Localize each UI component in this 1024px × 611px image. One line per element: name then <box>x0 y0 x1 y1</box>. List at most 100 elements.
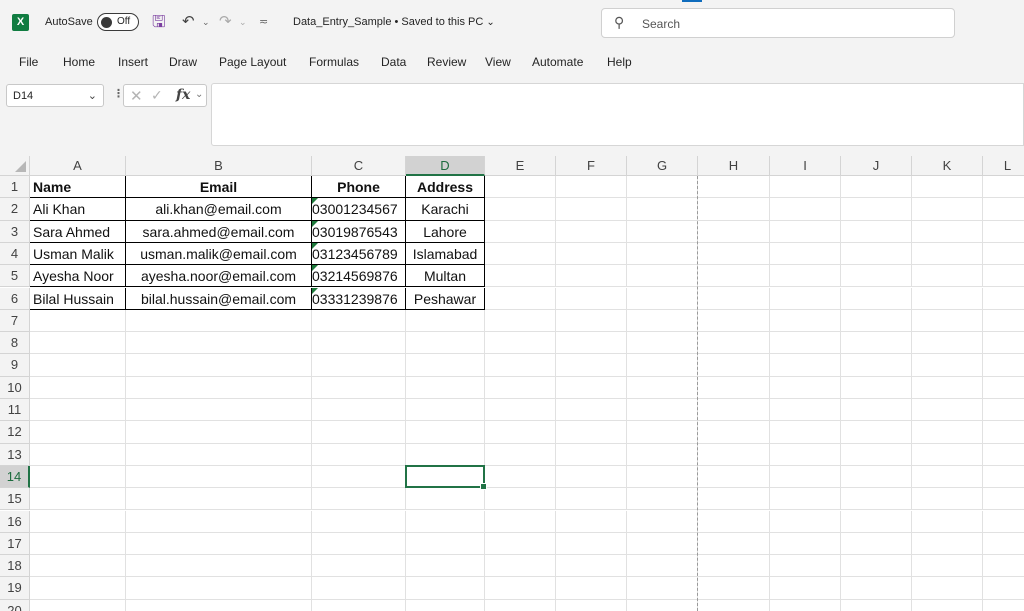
column-header-c[interactable]: C <box>312 156 406 176</box>
row-header-8[interactable]: 8 <box>0 332 30 355</box>
cell-b3[interactable]: sara.ahmed@email.com <box>126 220 312 243</box>
cell-h15[interactable] <box>698 488 770 511</box>
name-box[interactable]: D14 ⌄ <box>6 84 104 107</box>
cell-a2[interactable]: Ali Khan <box>30 198 126 221</box>
cell-a20[interactable] <box>30 599 126 611</box>
cell-h17[interactable] <box>698 532 770 556</box>
cell-l14[interactable] <box>983 466 1024 489</box>
cell-b17[interactable] <box>126 532 312 556</box>
cell-j17[interactable] <box>841 532 912 556</box>
cell-f11[interactable] <box>556 399 627 422</box>
cell-f4[interactable] <box>556 242 627 266</box>
cell-d12[interactable] <box>406 421 485 444</box>
cell-c15[interactable] <box>312 488 406 511</box>
cell-l5[interactable] <box>983 265 1024 288</box>
cell-b11[interactable] <box>126 399 312 422</box>
cell-e4[interactable] <box>485 242 556 266</box>
cell-j18[interactable] <box>841 555 912 578</box>
cell-b20[interactable] <box>126 599 312 611</box>
cell-b7[interactable] <box>126 309 312 333</box>
row-header-18[interactable]: 18 <box>0 555 30 578</box>
cell-f18[interactable] <box>556 555 627 578</box>
column-header-j[interactable]: J <box>841 156 912 176</box>
cell-c3[interactable]: 03019876543 <box>312 220 406 243</box>
cell-d15[interactable] <box>406 488 485 511</box>
cell-a3[interactable]: Sara Ahmed <box>30 220 126 243</box>
cell-e5[interactable] <box>485 265 556 288</box>
cell-d16[interactable] <box>406 510 485 533</box>
row-header-10[interactable]: 10 <box>0 376 30 399</box>
cell-c10[interactable] <box>312 376 406 399</box>
cell-f7[interactable] <box>556 309 627 333</box>
row-header-17[interactable]: 17 <box>0 532 30 556</box>
autosave-toggle[interactable]: Off <box>97 13 139 31</box>
cell-f16[interactable] <box>556 510 627 533</box>
menu-data[interactable]: Data <box>381 55 406 69</box>
cell-h18[interactable] <box>698 555 770 578</box>
cell-g5[interactable] <box>627 265 698 288</box>
cell-k13[interactable] <box>912 443 983 466</box>
cell-h20[interactable] <box>698 599 770 611</box>
menu-automate[interactable]: Automate <box>532 55 583 69</box>
column-header-b[interactable]: B <box>126 156 312 176</box>
cell-d3[interactable]: Lahore <box>406 220 485 243</box>
cell-e9[interactable] <box>485 354 556 377</box>
cell-f8[interactable] <box>556 332 627 355</box>
cell-a18[interactable] <box>30 555 126 578</box>
cell-e16[interactable] <box>485 510 556 533</box>
cell-h19[interactable] <box>698 577 770 600</box>
cell-f20[interactable] <box>556 599 627 611</box>
menu-page-layout[interactable]: Page Layout <box>219 55 286 69</box>
row-header-19[interactable]: 19 <box>0 577 30 600</box>
fill-handle-icon[interactable] <box>480 483 487 491</box>
cell-b10[interactable] <box>126 376 312 399</box>
cell-i18[interactable] <box>770 555 841 578</box>
menu-file[interactable]: File <box>19 55 38 69</box>
cell-e6[interactable] <box>485 287 556 310</box>
cell-a4[interactable]: Usman Malik <box>30 242 126 266</box>
cell-b19[interactable] <box>126 577 312 600</box>
cell-l6[interactable] <box>983 288 1024 310</box>
menu-review[interactable]: Review <box>427 55 466 69</box>
column-header-i[interactable]: I <box>770 156 841 176</box>
cell-j16[interactable] <box>841 510 912 533</box>
redo-dropdown-icon[interactable]: ⌄ <box>239 17 247 28</box>
cell-g1[interactable] <box>627 176 698 199</box>
undo-icon[interactable]: ↶ <box>182 12 195 30</box>
cell-i17[interactable] <box>770 532 841 556</box>
cell-h5[interactable] <box>698 265 770 288</box>
cell-e15[interactable] <box>485 488 556 511</box>
cell-c8[interactable] <box>312 332 406 355</box>
cell-k2[interactable] <box>912 198 983 221</box>
column-header-l[interactable]: L <box>983 156 1024 176</box>
cell-l15[interactable] <box>983 488 1024 511</box>
cell-c12[interactable] <box>312 421 406 444</box>
cell-j13[interactable] <box>841 443 912 466</box>
cell-g14[interactable] <box>627 465 698 489</box>
cell-k9[interactable] <box>912 354 983 377</box>
column-header-e[interactable]: E <box>485 156 556 176</box>
row-header-11[interactable]: 11 <box>0 399 30 422</box>
cell-i11[interactable] <box>770 399 841 422</box>
cell-b6[interactable]: bilal.hussain@email.com <box>126 287 312 310</box>
cell-g10[interactable] <box>627 376 698 399</box>
cell-e1[interactable] <box>485 176 556 199</box>
cell-k5[interactable] <box>912 265 983 288</box>
cell-g15[interactable] <box>627 488 698 511</box>
cell-e14[interactable] <box>485 465 556 489</box>
cell-i9[interactable] <box>770 354 841 377</box>
row-header-16[interactable]: 16 <box>0 510 30 533</box>
cell-f13[interactable] <box>556 443 627 466</box>
cell-e19[interactable] <box>485 577 556 600</box>
cell-i16[interactable] <box>770 510 841 533</box>
cell-d18[interactable] <box>406 555 485 578</box>
cell-j4[interactable] <box>841 242 912 266</box>
cell-f2[interactable] <box>556 198 627 221</box>
cell-a15[interactable] <box>30 488 126 511</box>
cell-e7[interactable] <box>485 309 556 333</box>
column-header-k[interactable]: K <box>912 156 983 176</box>
cell-k6[interactable] <box>912 287 983 310</box>
cell-a5[interactable]: Ayesha Noor <box>30 265 126 288</box>
cell-l18[interactable] <box>983 555 1024 578</box>
cell-c14[interactable] <box>312 465 406 489</box>
